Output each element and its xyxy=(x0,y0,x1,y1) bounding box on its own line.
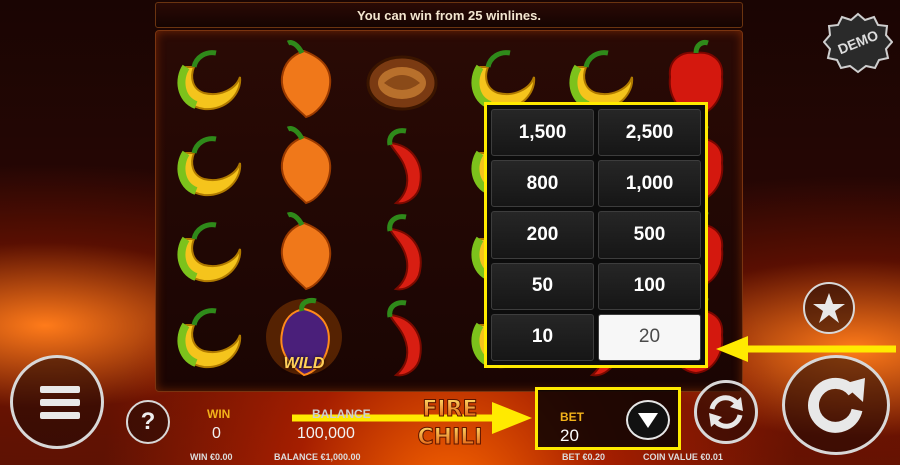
menu-icon-bar xyxy=(40,399,80,406)
footer-win: WIN €0.00 xyxy=(190,452,233,462)
menu-icon xyxy=(40,386,80,393)
reel-2: WILD xyxy=(256,31,352,391)
bet-option[interactable]: 10 xyxy=(491,313,594,361)
winlines-info-bar: You can win from 25 winlines. xyxy=(155,2,743,28)
red-chili-icon xyxy=(360,123,444,207)
habanero-pepper-icon xyxy=(262,37,346,121)
reel-1 xyxy=(158,31,254,391)
bet-selector-panel: 1,500 2,500 800 1,000 200 500 50 100 10 … xyxy=(484,102,708,368)
autoplay-button[interactable] xyxy=(694,380,758,444)
bet-control[interactable]: BET 20 xyxy=(535,387,681,450)
bet-option[interactable]: 500 xyxy=(598,211,701,259)
walnut-icon xyxy=(360,37,444,121)
yellow-chili-icon xyxy=(164,123,248,207)
wild-pepper-icon: WILD xyxy=(262,295,346,379)
habanero-pepper-icon xyxy=(262,209,346,293)
balance-label: BALANCE xyxy=(312,407,371,421)
footer-coin-value: COIN VALUE €0.01 xyxy=(643,452,723,462)
bet-option-selected[interactable]: 20 xyxy=(598,313,701,361)
star-icon xyxy=(813,293,845,323)
win-value: 0 xyxy=(212,425,221,442)
triangle-down-icon xyxy=(638,413,658,428)
menu-icon-bar xyxy=(40,412,80,419)
reel-3 xyxy=(354,31,450,391)
red-chili-icon xyxy=(360,209,444,293)
footer-bet: BET €0.20 xyxy=(562,452,606,462)
bet-dropdown-button[interactable] xyxy=(626,400,670,440)
habanero-pepper-icon xyxy=(262,123,346,207)
help-button[interactable]: ? xyxy=(126,400,170,444)
winlines-info-text: You can win from 25 winlines. xyxy=(357,7,541,23)
spin-refresh-icon xyxy=(808,377,865,433)
favorite-button[interactable] xyxy=(803,282,855,334)
wild-label: WILD xyxy=(283,355,325,372)
bet-value: 20 xyxy=(560,426,579,445)
yellow-chili-icon xyxy=(164,209,248,293)
logo-fire-text: FIRE xyxy=(422,397,477,422)
footer-balance: BALANCE €1,000.00 xyxy=(274,452,361,462)
logo-chili-text: CHILI xyxy=(418,425,483,450)
balance-value: 100,000 xyxy=(297,425,355,442)
question-icon: ? xyxy=(140,408,156,435)
yellow-chili-icon xyxy=(164,295,248,379)
spin-button[interactable] xyxy=(782,355,890,455)
demo-badge: DEMO xyxy=(823,12,893,74)
bet-option[interactable]: 2,500 xyxy=(598,109,701,157)
yellow-chili-icon xyxy=(164,37,248,121)
bet-option[interactable]: 50 xyxy=(491,262,594,310)
fire-chili-logo: FIRE CHILI xyxy=(395,392,505,451)
bet-option[interactable]: 100 xyxy=(598,262,701,310)
bet-option[interactable]: 1,500 xyxy=(491,109,594,157)
bet-options-grid: 1,500 2,500 800 1,000 200 500 50 100 10 … xyxy=(491,109,701,361)
menu-button[interactable] xyxy=(10,355,104,449)
autoplay-icon xyxy=(709,395,743,429)
win-label: WIN xyxy=(207,407,231,421)
bet-option[interactable]: 800 xyxy=(491,160,594,208)
red-chili-icon xyxy=(360,295,444,379)
bet-label: BET xyxy=(560,410,584,424)
bet-option[interactable]: 200 xyxy=(491,211,594,259)
bet-option[interactable]: 1,000 xyxy=(598,160,701,208)
